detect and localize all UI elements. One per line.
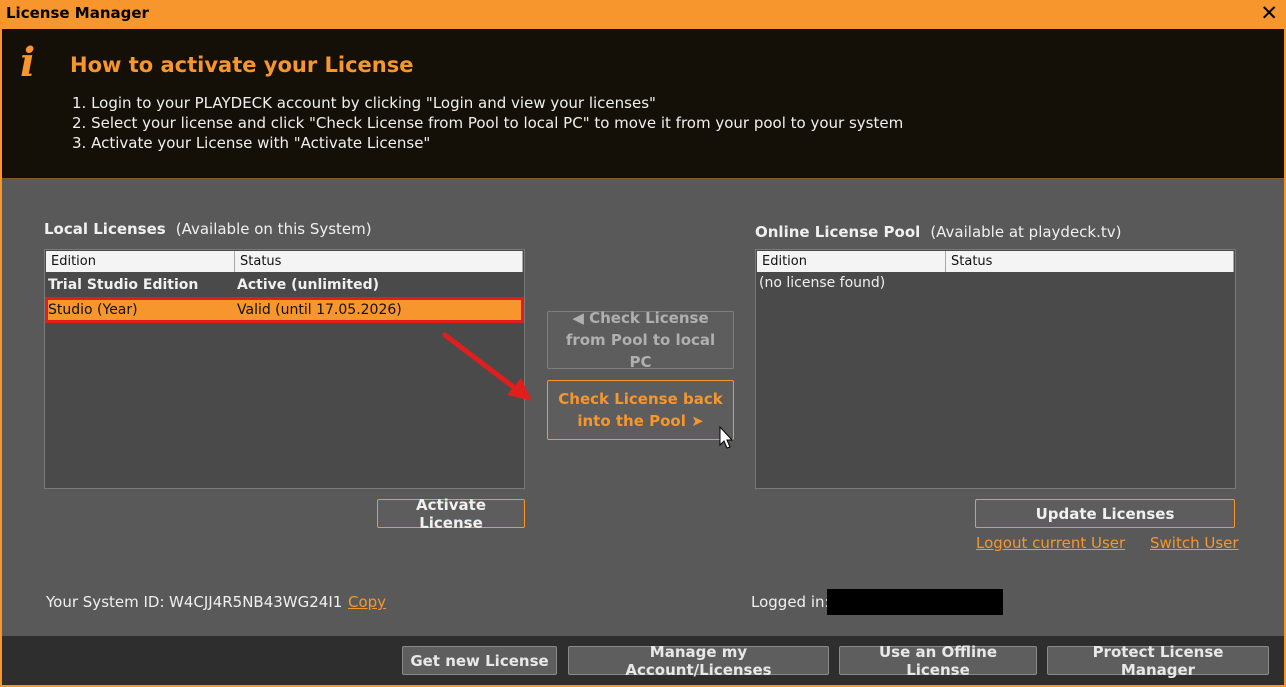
- manage-account-button[interactable]: Manage my Account/Licenses: [568, 643, 829, 679]
- system-id-value: W4CJJ4R5NB43WG24I1: [169, 593, 343, 611]
- table-header: Edition Status: [757, 251, 1234, 272]
- empty-list-message: (no license found): [759, 275, 886, 291]
- offline-license-button[interactable]: Use an Offline License: [839, 643, 1037, 679]
- switch-user-link[interactable]: Switch User: [1150, 534, 1239, 552]
- column-header-status[interactable]: Status: [946, 251, 1234, 272]
- protect-license-manager-button[interactable]: Protect License Manager: [1047, 643, 1269, 679]
- column-header-edition[interactable]: Edition: [757, 251, 946, 272]
- get-new-license-button[interactable]: Get new License: [402, 646, 557, 675]
- redacted-username: [827, 589, 1003, 615]
- copy-system-id-link[interactable]: Copy: [348, 593, 386, 611]
- logged-in-label: Logged in:: [751, 593, 830, 611]
- update-licenses-button[interactable]: Update Licenses: [975, 499, 1235, 528]
- system-id-label: Your System ID:: [46, 593, 165, 611]
- logout-user-link[interactable]: Logout current User: [976, 534, 1125, 552]
- online-pool-subtitle: (Available at playdeck.tv): [930, 223, 1122, 241]
- online-pool-title: Online License Pool (Available at playdec…: [755, 223, 1122, 241]
- online-pool-table[interactable]: Edition Status (no license found): [755, 249, 1236, 489]
- online-pool-heading: Online License Pool: [755, 223, 921, 241]
